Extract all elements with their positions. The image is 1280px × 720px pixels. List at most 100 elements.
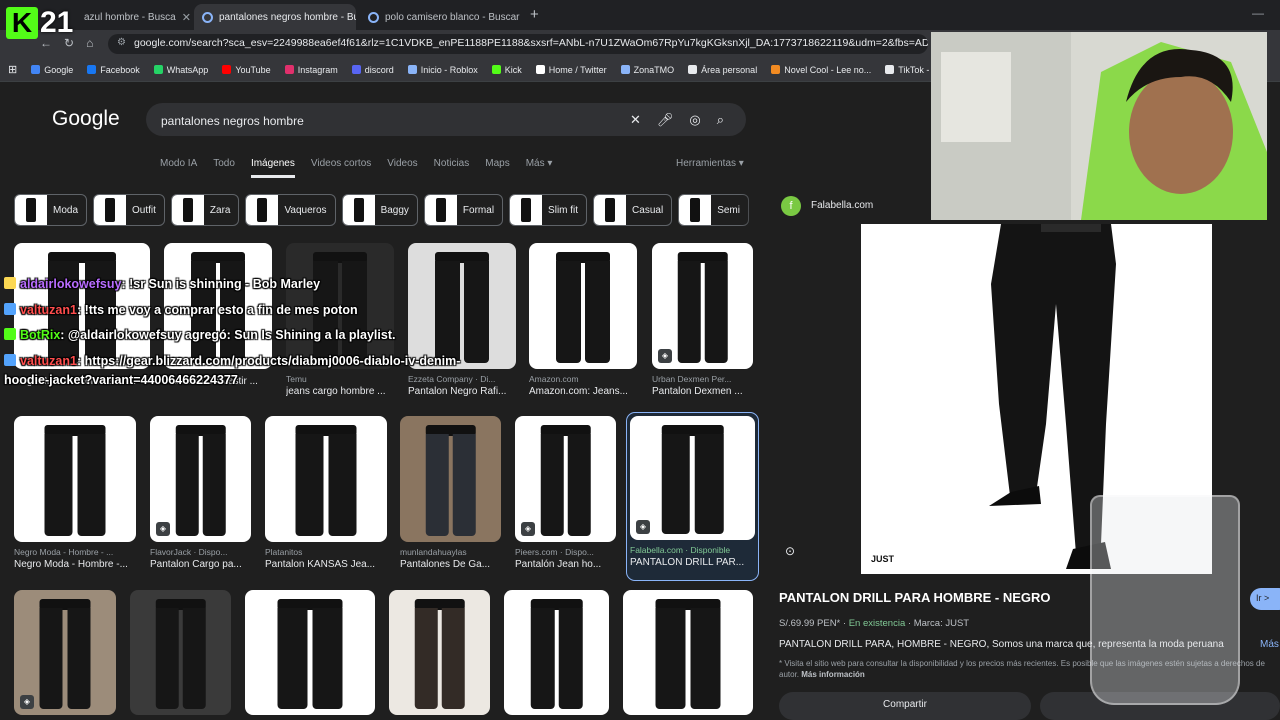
result-title[interactable]: Pantalon Dexmen ...: [652, 386, 753, 397]
image-result-selected[interactable]: ◈ Falabella.com · Disponible PANTALON DR…: [626, 412, 759, 581]
preview-title[interactable]: PANTALON DRILL PARA HOMBRE - NEGRO: [779, 590, 1051, 605]
tab-noticias[interactable]: Noticias: [434, 158, 470, 178]
glass-overlay: [1090, 495, 1240, 705]
tab-imagenes[interactable]: Imágenes: [250, 158, 295, 178]
tab-2-label: pantalones negros hombre - Bu: [219, 11, 356, 23]
home-icon[interactable]: ⌂: [86, 36, 93, 50]
chip-label: Vaqueros: [284, 204, 327, 216]
tab-1[interactable]: azul hombre - Busca ✕: [76, 4, 192, 30]
product-tag-icon: ◈: [658, 349, 672, 363]
more-info-link[interactable]: Más información: [801, 670, 865, 679]
tab-2[interactable]: pantalones negros hombre - Bu✕: [194, 4, 356, 30]
result-source: Amazon.com: [529, 374, 579, 384]
lens-icon[interactable]: ⊙: [785, 544, 795, 558]
chip-baggy[interactable]: Baggy: [341, 194, 418, 226]
tab-todo[interactable]: Todo: [213, 158, 235, 178]
result-title[interactable]: Pantalones De Ga...: [400, 559, 501, 570]
bookmark-instagram[interactable]: Instagram: [284, 65, 338, 75]
google-icon: [202, 11, 213, 23]
search-icon[interactable]: ⌕: [717, 112, 724, 128]
bookmark-zonatmo[interactable]: ZonaTMO: [620, 65, 674, 75]
kick-logo-icon: K: [6, 7, 38, 39]
image-result[interactable]: ◈: [14, 590, 116, 715]
image-result[interactable]: Platanitos Pantalon KANSAS Jea...: [265, 416, 387, 570]
visit-button[interactable]: Ir >: [1250, 588, 1280, 610]
image-result[interactable]: [504, 590, 609, 715]
chat-overlay: aldairlokowefsuy: !sr Sun is shinning - …: [4, 272, 524, 394]
image-result[interactable]: [389, 590, 490, 715]
bookmark-label: Kick: [504, 64, 522, 75]
channel-number: 21: [40, 6, 74, 39]
result-title[interactable]: PANTALON DRILL PAR...: [630, 557, 755, 568]
preview-site-name[interactable]: Falabella.com: [811, 200, 873, 211]
apps-icon[interactable]: ⊞: [8, 63, 17, 76]
url-text: google.com/search?sca_esv=2249988ea6ef4f…: [134, 37, 928, 49]
result-title[interactable]: Negro Moda - Hombre -...: [14, 559, 136, 570]
close-tab-icon[interactable]: ✕: [182, 11, 191, 24]
image-result[interactable]: [623, 590, 753, 715]
tools-button[interactable]: Herramientas ▾: [676, 158, 744, 169]
badge-icon: [4, 277, 16, 289]
image-result[interactable]: ◈ FlavorJack · Dispo... Pantalon Cargo p…: [150, 416, 251, 570]
image-result[interactable]: munlandahuaylas Pantalones De Ga...: [400, 416, 501, 570]
chip-zara[interactable]: Zara: [170, 194, 240, 226]
microphone-icon[interactable]: 🎤︎: [657, 112, 674, 128]
share-button[interactable]: Compartir: [779, 692, 1031, 720]
result-source: Pieers.com · Dispo...: [515, 547, 594, 557]
tab-3[interactable]: polo camisero blanco - Buscar✕: [360, 4, 522, 30]
preview-price: S/.69.99 PEN*: [779, 618, 841, 629]
badge-icon: [4, 328, 16, 340]
search-input[interactable]: pantalones negros hombre: [161, 114, 304, 128]
camera-icon[interactable]: ◎: [689, 112, 700, 128]
site-info-icon[interactable]: ⚙: [117, 37, 126, 48]
tab-strip: [0, 0, 1280, 30]
bookmark-discord[interactable]: discord: [351, 65, 394, 75]
preview-brand: Marca: JUST: [913, 618, 970, 629]
clear-icon[interactable]: ✕: [630, 112, 641, 128]
result-title[interactable]: Pantalón Jean ho...: [515, 559, 616, 570]
image-result[interactable]: ◈ Urban Dexmen Per... Pantalon Dexmen ..…: [652, 243, 753, 397]
chip-vaqueros[interactable]: Vaqueros: [245, 194, 336, 226]
address-bar[interactable]: ⚙ google.com/search?sca_esv=2249988ea6ef…: [108, 34, 928, 54]
minimize-icon[interactable]: —: [1252, 6, 1264, 20]
bookmark-novel-cool[interactable]: Novel Cool - Lee no...: [771, 65, 871, 75]
bookmark-roblox[interactable]: Inicio - Roblox: [407, 65, 478, 75]
chip-label: Baggy: [380, 204, 409, 216]
image-result[interactable]: Negro Moda - Hombre - ... Negro Moda - H…: [14, 416, 136, 570]
result-title[interactable]: Pantalon Cargo pa...: [150, 559, 251, 570]
more-link[interactable]: Más: [1260, 639, 1279, 650]
new-tab-button[interactable]: +: [530, 6, 539, 23]
bookmark-youtube[interactable]: YouTube: [222, 65, 271, 75]
result-title[interactable]: Amazon.com: Jeans...: [529, 386, 637, 397]
bookmark-area-personal[interactable]: Área personal: [688, 65, 757, 75]
bookmark-facebook[interactable]: Facebook: [87, 65, 140, 75]
image-result[interactable]: ◈ Pieers.com · Dispo... Pantalón Jean ho…: [515, 416, 616, 570]
tab-videos-cortos[interactable]: Videos cortos: [311, 158, 371, 178]
image-result[interactable]: [130, 590, 231, 715]
chip-slim-fit[interactable]: Slim fit: [509, 194, 588, 226]
bookmark-kick[interactable]: Kick: [491, 64, 522, 75]
image-result[interactable]: [245, 590, 375, 715]
chip-thumbnail: [246, 195, 279, 225]
tab-maps[interactable]: Maps: [485, 158, 509, 178]
result-image: [14, 416, 136, 542]
chip-label: Slim fit: [548, 204, 579, 216]
tab-modo-ia[interactable]: Modo IA: [160, 158, 197, 178]
tab-mas[interactable]: Más ▾: [526, 158, 553, 178]
bookmark-label: Área personal: [701, 64, 758, 75]
chip-formal[interactable]: Formal: [423, 194, 504, 226]
bookmark-twitter[interactable]: Home / Twitter: [535, 65, 607, 75]
chip-casual[interactable]: Casual: [593, 194, 673, 226]
chip-moda[interactable]: Moda: [14, 194, 88, 226]
result-image: [623, 590, 753, 715]
chip-semi[interactable]: Semi: [678, 194, 749, 226]
result-source: Falabella.com · Disponible: [630, 545, 731, 555]
bookmark-whatsapp[interactable]: WhatsApp: [153, 65, 208, 75]
result-image: [504, 590, 609, 715]
image-result[interactable]: Amazon.com Amazon.com: Jeans...: [529, 243, 637, 397]
google-logo[interactable]: Google: [52, 107, 120, 131]
tab-videos[interactable]: Videos: [387, 158, 417, 178]
chip-outfit[interactable]: Outfit: [93, 194, 165, 226]
bookmark-google[interactable]: Google: [31, 65, 73, 75]
result-title[interactable]: Pantalon KANSAS Jea...: [265, 559, 387, 570]
